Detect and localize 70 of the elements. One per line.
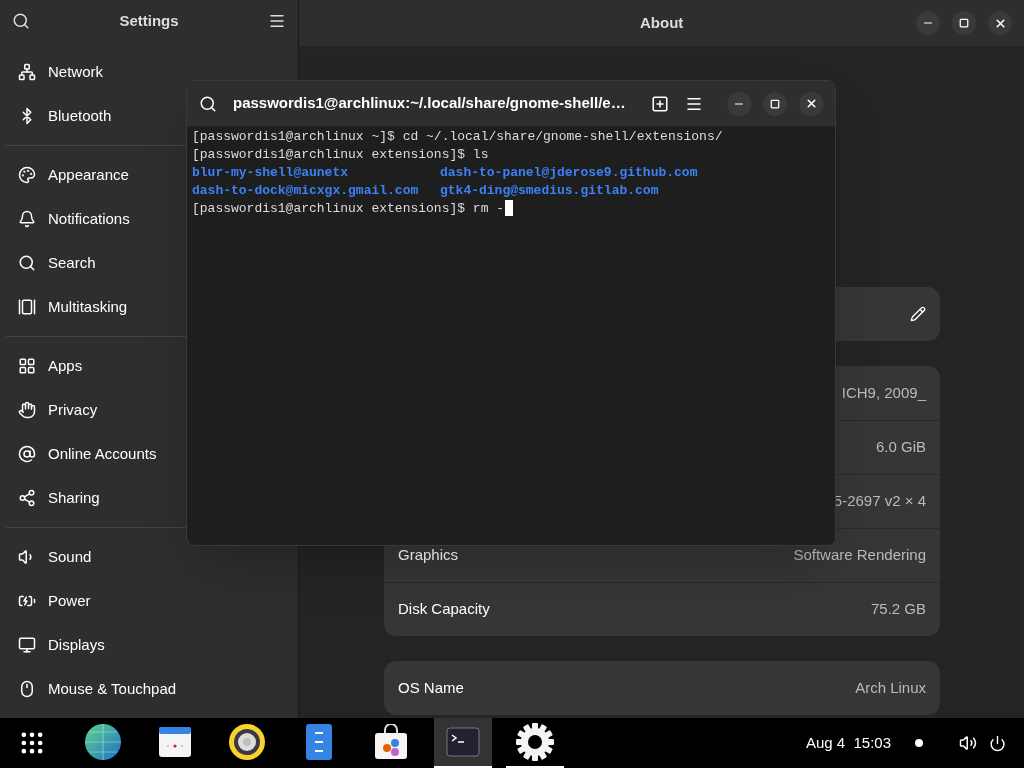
- sidebar-item[interactable]: Power: [6, 579, 103, 623]
- sidebar-item[interactable]: Apps: [6, 344, 95, 388]
- volume-icon[interactable]: [959, 734, 977, 752]
- panels-icon: [18, 298, 36, 316]
- sidebar-item[interactable]: Multitasking: [6, 285, 140, 329]
- directory-name: dash-to-panel@jderose9.github.com: [440, 164, 698, 182]
- terminal-line: [passwordis1@archlinux extensions]$ rm -: [192, 200, 505, 218]
- menu-icon[interactable]: [268, 12, 286, 30]
- close-button[interactable]: [799, 91, 823, 116]
- hand-icon: [18, 401, 36, 419]
- speaker-icon: [228, 723, 266, 761]
- terminal-line: [passwordis1@archlinux extensions]$ ls: [192, 146, 489, 164]
- sidebar-item[interactable]: Search: [6, 241, 108, 285]
- close-icon: [993, 16, 1007, 30]
- maximize-icon: [770, 98, 780, 109]
- pencil-icon[interactable]: [910, 306, 926, 322]
- sidebar-item[interactable]: Displays: [6, 623, 117, 667]
- directory-name: dash-to-dock@micxgx.gmail.com: [192, 182, 420, 200]
- gear-icon: [515, 722, 555, 762]
- network-icon: [18, 63, 36, 81]
- new-tab-icon[interactable]: [651, 94, 669, 113]
- row-value: Arch Linux: [855, 677, 926, 698]
- mouse-icon: [18, 680, 36, 698]
- maximize-icon: [959, 18, 969, 28]
- clock[interactable]: Aug 4 15:03: [805, 731, 891, 755]
- row-label: OS Name: [398, 677, 464, 698]
- row-label: Graphics: [398, 545, 459, 566]
- row-value: Software Rendering: [793, 545, 926, 566]
- sidebar-title: Settings: [119, 10, 179, 31]
- terminal-line: [passwordis1@archlinux ~]$ cd ~/.local/share/gnome-shell/extensions/: [192, 128, 723, 146]
- page-title: About: [640, 12, 684, 33]
- sidebar-item[interactable]: Privacy: [6, 388, 110, 432]
- sidebar-item[interactable]: Appearance: [6, 153, 141, 197]
- share-icon: [18, 489, 36, 507]
- sidebar-item[interactable]: Network: [6, 50, 115, 94]
- monitor-icon: [18, 636, 36, 654]
- text-cursor: [505, 200, 514, 216]
- search-icon: [18, 254, 36, 272]
- sidebar-item[interactable]: Notifications: [6, 197, 142, 241]
- grid-icon: [18, 357, 36, 375]
- row-value: ICH9, 2009_: [841, 382, 926, 403]
- minimize-button[interactable]: [916, 11, 940, 35]
- search-icon[interactable]: [199, 94, 217, 113]
- sidebar-item[interactable]: Mouse & Touchpad: [6, 667, 189, 711]
- at-sign-icon: [18, 445, 36, 463]
- terminal-icon: [446, 727, 480, 757]
- sidebar-item[interactable]: Online Accounts: [6, 432, 169, 476]
- maximize-button[interactable]: [763, 91, 787, 116]
- minimize-button[interactable]: [727, 91, 751, 116]
- search-icon[interactable]: [12, 12, 30, 30]
- dock-item[interactable]: [434, 718, 492, 768]
- bell-icon: [18, 210, 36, 228]
- directory-name: gtk4-ding@smedius.gitlab.com: [440, 182, 659, 200]
- sidebar-item[interactable]: Sharing: [6, 476, 112, 520]
- sidebar-item[interactable]: Sound: [6, 535, 104, 579]
- maximize-button[interactable]: [952, 11, 976, 35]
- file-cabinet-icon: [305, 723, 333, 761]
- terminal-title: passwordis1@archlinux:~/.local/share/gnome-shell/e…: [233, 93, 627, 114]
- power-icon[interactable]: [989, 734, 1006, 752]
- calendar-icon: [158, 725, 192, 759]
- directory-name: blur-my-shell@aunetx: [192, 164, 350, 182]
- row-label: Disk Capacity: [398, 599, 490, 620]
- sidebar-item[interactable]: Bluetooth: [6, 94, 124, 138]
- palette-icon: [18, 166, 36, 184]
- globe-icon: [84, 723, 122, 761]
- shopping-bag-icon: [374, 724, 408, 760]
- close-icon: [804, 97, 818, 110]
- row-value: 75.2 GB: [870, 599, 926, 620]
- close-button[interactable]: [988, 11, 1012, 35]
- row-value: 6.0 GiB: [875, 437, 926, 458]
